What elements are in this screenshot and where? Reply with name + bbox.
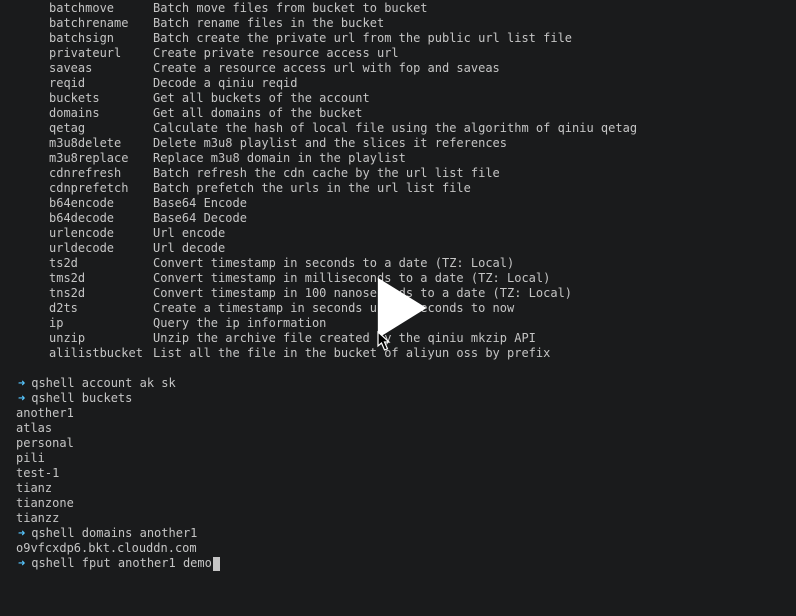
command-name: domains (8, 106, 153, 121)
bucket-name: tianzz (8, 511, 796, 526)
command-help-row: batchsignBatch create the private url fr… (8, 31, 796, 46)
command-description: Decode a qiniu reqid (153, 76, 796, 91)
command-name: b64decode (8, 211, 153, 226)
command-help-row: domainsGet all domains of the bucket (8, 106, 796, 121)
bucket-name: test-1 (8, 466, 796, 481)
command-help-row: urlencodeUrl encode (8, 226, 796, 241)
shell-command: qshell account ak sk (31, 376, 176, 391)
prompt-symbol: ➜ (18, 376, 25, 391)
command-description: List all the file in the bucket of aliyu… (153, 346, 796, 361)
blank-line (8, 361, 796, 376)
command-name: unzip (8, 331, 153, 346)
command-description: Base64 Encode (153, 196, 796, 211)
command-name: qetag (8, 121, 153, 136)
command-description: Query the ip information (153, 316, 796, 331)
command-name: urldecode (8, 241, 153, 256)
command-name: batchmove (8, 1, 153, 16)
play-button[interactable] (356, 266, 440, 350)
command-description: Batch create the private url from the pu… (153, 31, 796, 46)
bucket-name: tianzone (8, 496, 796, 511)
command-name: tns2d (8, 286, 153, 301)
bucket-name: personal (8, 436, 796, 451)
prompt-symbol: ➜ (18, 391, 25, 406)
command-description: Calculate the hash of local file using t… (153, 121, 796, 136)
command-name: ts2d (8, 256, 153, 271)
command-name: cdnprefetch (8, 181, 153, 196)
command-description: Url decode (153, 241, 796, 256)
command-help-row: m3u8deleteDelete m3u8 playlist and the s… (8, 136, 796, 151)
shell-command: qshell domains another1 (31, 526, 197, 541)
command-description: Convert timestamp in 100 nanoseconds to … (153, 286, 796, 301)
shell-command: qshell buckets (31, 391, 132, 406)
command-name: alilistbucket (8, 346, 153, 361)
command-name: batchsign (8, 31, 153, 46)
buckets-output: another1atlaspersonalpilitest-1tianztian… (8, 406, 796, 526)
command-description: Replace m3u8 domain in the playlist (153, 151, 796, 166)
command-name: buckets (8, 91, 153, 106)
command-description: Batch prefetch the urls in the url list … (153, 181, 796, 196)
command-help-row: batchmoveBatch move files from bucket to… (8, 1, 796, 16)
terminal-cursor (213, 557, 220, 571)
shell-line-buckets: ➜ qshell buckets (8, 391, 796, 406)
command-help-row: cdnrefreshBatch refresh the cdn cache by… (8, 166, 796, 181)
command-description: Base64 Decode (153, 211, 796, 226)
command-description: Unzip the archive file created by the qi… (153, 331, 796, 346)
command-description: Delete m3u8 playlist and the slices it r… (153, 136, 796, 151)
command-description: Create private resource access url (153, 46, 796, 61)
command-name: d2ts (8, 301, 153, 316)
command-name: privateurl (8, 46, 153, 61)
bucket-name: another1 (8, 406, 796, 421)
command-name: urlencode (8, 226, 153, 241)
shell-command: qshell fput another1 demo (31, 556, 212, 571)
bucket-name: pili (8, 451, 796, 466)
command-description: Batch move files from bucket to bucket (153, 1, 796, 16)
command-name: b64encode (8, 196, 153, 211)
bucket-name: atlas (8, 421, 796, 436)
command-help-row: qetagCalculate the hash of local file us… (8, 121, 796, 136)
command-help-row: cdnprefetchBatch prefetch the urls in th… (8, 181, 796, 196)
command-name: ip (8, 316, 153, 331)
prompt-symbol: ➜ (18, 526, 25, 541)
command-name: batchrename (8, 16, 153, 31)
command-description: Convert timestamp in seconds to a date (… (153, 256, 796, 271)
domains-output: o9vfcxdp6.bkt.clouddn.com (8, 541, 796, 556)
play-icon (356, 266, 440, 350)
command-help-row: bucketsGet all buckets of the account (8, 91, 796, 106)
shell-line-domains: ➜ qshell domains another1 (8, 526, 796, 541)
command-name: reqid (8, 76, 153, 91)
command-help-row: m3u8replaceReplace m3u8 domain in the pl… (8, 151, 796, 166)
command-name: m3u8replace (8, 151, 153, 166)
command-name: cdnrefresh (8, 166, 153, 181)
shell-line-fput: ➜ qshell fput another1 demo (8, 556, 796, 571)
command-description: Get all domains of the bucket (153, 106, 796, 121)
command-name: m3u8delete (8, 136, 153, 151)
command-description: Url encode (153, 226, 796, 241)
command-help-row: batchrenameBatch rename files in the buc… (8, 16, 796, 31)
command-help-row: reqidDecode a qiniu reqid (8, 76, 796, 91)
command-help-row: privateurlCreate private resource access… (8, 46, 796, 61)
command-help-row: saveasCreate a resource access url with … (8, 61, 796, 76)
command-description: Batch refresh the cdn cache by the url l… (153, 166, 796, 181)
bucket-name: tianz (8, 481, 796, 496)
prompt-symbol: ➜ (18, 556, 25, 571)
command-description: Batch rename files in the bucket (153, 16, 796, 31)
command-help-row: urldecodeUrl decode (8, 241, 796, 256)
domain-name: o9vfcxdp6.bkt.clouddn.com (8, 541, 796, 556)
command-name: saveas (8, 61, 153, 76)
command-description: Create a timestamp in seconds using seco… (153, 301, 796, 316)
command-description: Get all buckets of the account (153, 91, 796, 106)
command-name: tms2d (8, 271, 153, 286)
shell-line-account: ➜ qshell account ak sk (8, 376, 796, 391)
command-description: Create a resource access url with fop an… (153, 61, 796, 76)
command-description: Convert timestamp in milliseconds to a d… (153, 271, 796, 286)
command-help-row: b64encodeBase64 Encode (8, 196, 796, 211)
command-help-row: b64decodeBase64 Decode (8, 211, 796, 226)
